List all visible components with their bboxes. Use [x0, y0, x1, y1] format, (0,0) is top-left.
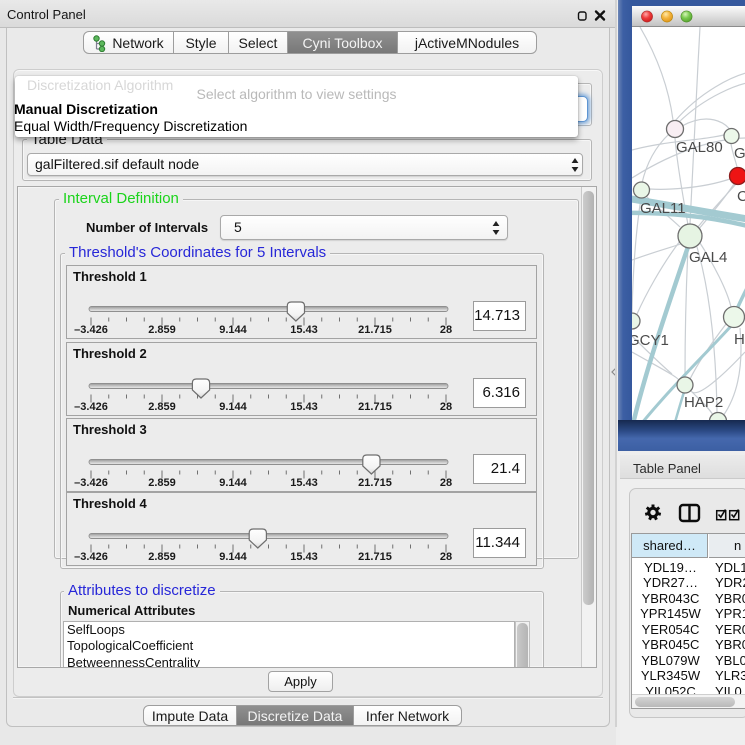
svg-text:GAL11: GAL11 [640, 200, 686, 217]
svg-text:GA: GA [734, 145, 745, 162]
svg-text:GAL80: GAL80 [676, 139, 723, 156]
svg-text:HAP2: HAP2 [684, 394, 723, 411]
svg-text:H: H [734, 331, 745, 348]
svg-text:GCY1: GCY1 [632, 332, 669, 349]
svg-text:C: C [737, 188, 745, 205]
svg-text:GAL4: GAL4 [689, 249, 727, 266]
